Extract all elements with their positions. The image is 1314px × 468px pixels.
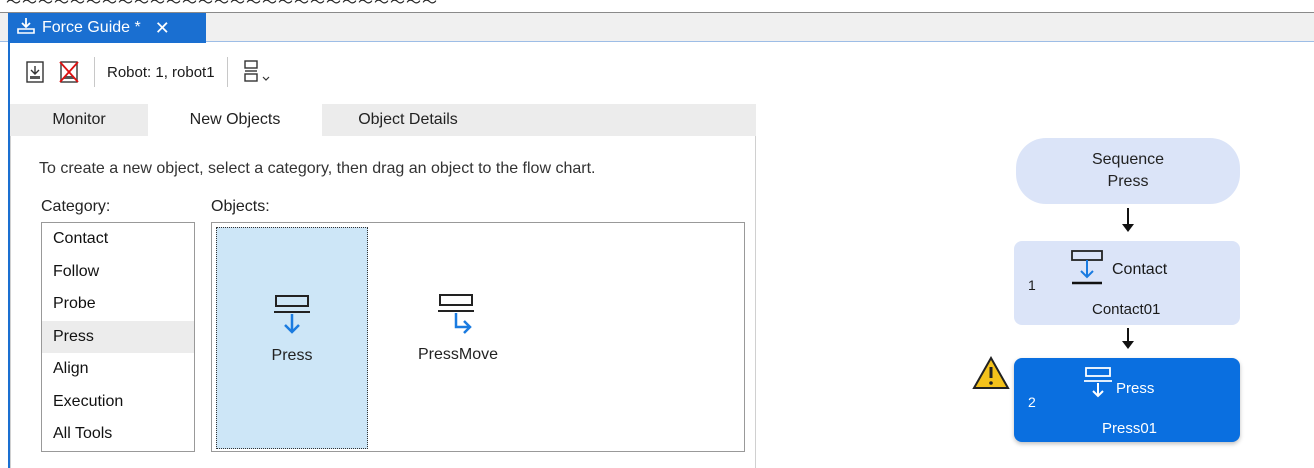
category-list[interactable]: Contact Follow Probe Press Align Executi… <box>41 222 195 452</box>
new-file-icon[interactable] <box>22 59 48 85</box>
object-name: Press <box>271 347 313 364</box>
flow-arrow <box>1127 208 1129 224</box>
flow-arrow-head <box>1122 224 1134 232</box>
tab-bar: Monitor New Objects Object Details <box>10 104 756 136</box>
robot-label: Robot: 1, robot1 <box>107 63 215 81</box>
flow-arrow-head <box>1122 341 1134 349</box>
flow-arrow <box>1127 328 1129 341</box>
top-strip-text: ～～～～～～～～～～～～～～～～～～～～～～～～～～～ <box>6 0 439 11</box>
objects-list: Press PressMove <box>211 222 745 452</box>
toolbar-separator <box>226 57 228 87</box>
tab-label: Monitor <box>52 111 106 128</box>
document-tab-bar: Force Guide * ✕ <box>0 12 1314 43</box>
category-item-press[interactable]: Press <box>42 320 194 353</box>
step-number: 2 <box>1028 394 1036 410</box>
force-guide-icon <box>16 17 36 40</box>
step-name: Press01 <box>1102 420 1158 437</box>
top-strip: ～～～～～～～～～～～～～～～～～～～～～～～～～～～ <box>0 0 1314 12</box>
tab-monitor[interactable]: Monitor <box>10 104 148 136</box>
new-objects-panel: To create a new object, select a categor… <box>10 136 756 468</box>
tab-object-details[interactable]: Object Details <box>322 104 494 136</box>
toolbar: Robot: 1, robot1 <box>10 44 756 100</box>
document-tab[interactable]: Force Guide * ✕ <box>8 13 206 43</box>
flow-step-press[interactable]: 2 Press Press01 <box>1014 358 1240 442</box>
category-label: Category: <box>41 198 111 215</box>
delete-file-icon[interactable] <box>56 59 82 85</box>
step-number: 1 <box>1028 277 1036 293</box>
object-press[interactable]: Press <box>216 227 368 449</box>
category-item-all-tools[interactable]: All Tools <box>42 418 194 451</box>
step-type: Contact <box>1112 261 1168 278</box>
category-item-follow[interactable]: Follow <box>42 256 194 289</box>
category-item-execution[interactable]: Execution <box>42 386 194 419</box>
tab-label: New Objects <box>189 111 281 128</box>
category-item-contact[interactable]: Contact <box>42 223 194 256</box>
flow-sequence-node[interactable]: Sequence Press <box>1016 138 1240 204</box>
step-name: Contact01 <box>1092 301 1161 318</box>
document-tab-title: Force Guide * <box>42 19 141 36</box>
toolbar-separator <box>94 57 95 87</box>
press-icon <box>1082 366 1114 405</box>
object-name: PressMove <box>417 346 499 363</box>
objects-label: Objects: <box>211 198 270 215</box>
sequence-label: Sequence <box>1091 151 1165 168</box>
warning-icon <box>972 355 1010 395</box>
category-item-align[interactable]: Align <box>42 353 194 386</box>
flow-step-contact[interactable]: 1 Contact Contact01 <box>1014 241 1240 325</box>
contact-icon <box>1068 249 1108 294</box>
press-icon <box>272 294 312 343</box>
object-press-move[interactable]: PressMove <box>382 227 534 449</box>
category-item-probe[interactable]: Probe <box>42 288 194 321</box>
sequence-name: Press <box>1107 173 1149 190</box>
layout-icon[interactable] <box>240 59 274 85</box>
tab-label: Object Details <box>358 111 458 128</box>
tab-new-objects[interactable]: New Objects <box>148 104 322 136</box>
press-move-icon <box>436 293 480 342</box>
close-icon[interactable]: ✕ <box>155 19 170 37</box>
instruction-text: To create a new object, select a categor… <box>39 160 596 177</box>
step-type: Press <box>1116 380 1155 397</box>
